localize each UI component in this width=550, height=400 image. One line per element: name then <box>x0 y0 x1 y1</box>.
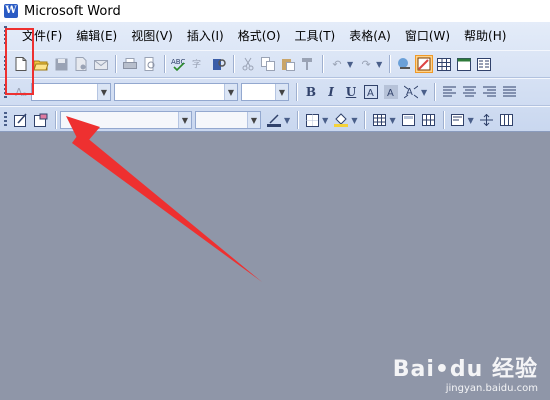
draw-table-icon[interactable] <box>12 111 30 129</box>
font-size-dropdown-icon[interactable]: ▼ <box>275 84 288 100</box>
svg-text:A: A <box>367 88 374 99</box>
menu-view[interactable]: 视图(V) <box>126 27 178 44</box>
tables-toolbar-grip[interactable] <box>4 112 7 128</box>
toolbar-separator <box>322 55 323 73</box>
eraser-icon[interactable] <box>32 111 50 129</box>
char-scaling-dropdown-icon[interactable]: ▼ <box>421 88 427 97</box>
command-bars: 文件(F) 编辑(E) 视图(V) 插入(I) 格式(O) 工具(T) 表格(A… <box>0 22 550 134</box>
svg-text:字: 字 <box>192 58 201 70</box>
spelling-icon[interactable]: ABC <box>170 55 188 73</box>
menubar-grip[interactable] <box>4 26 7 44</box>
copy-icon[interactable] <box>259 55 277 73</box>
distribute-columns-icon[interactable] <box>498 111 516 129</box>
char-scaling-icon[interactable]: A <box>402 83 420 101</box>
merge-cells-icon[interactable] <box>400 111 418 129</box>
menu-help[interactable]: 帮助(H) <box>459 27 511 44</box>
align-cell-dropdown-icon[interactable]: ▼ <box>468 116 474 125</box>
toolbar-separator <box>233 55 234 73</box>
formatting-toolbar-grip[interactable] <box>4 84 7 100</box>
research-icon[interactable]: 字 <box>190 55 208 73</box>
paste-icon[interactable] <box>279 55 297 73</box>
align-center-icon[interactable] <box>460 83 478 101</box>
open-folder-icon[interactable] <box>32 55 50 73</box>
italic-button[interactable]: I <box>322 83 340 101</box>
styles-pane-icon[interactable]: Aₐ <box>12 83 30 101</box>
hyperlink-icon[interactable] <box>395 55 413 73</box>
justify-icon[interactable] <box>500 83 518 101</box>
menu-table[interactable]: 表格(A) <box>344 27 396 44</box>
line-weight-dropdown-icon[interactable]: ▼ <box>247 112 260 128</box>
toolbar-separator <box>115 55 116 73</box>
toolbar-separator <box>164 55 165 73</box>
shading-color-icon[interactable] <box>332 111 350 129</box>
align-left-icon[interactable] <box>440 83 458 101</box>
toolbar-separator <box>442 111 444 129</box>
insert-table-small-icon[interactable] <box>370 111 388 129</box>
print-preview-icon[interactable] <box>141 55 159 73</box>
standard-toolbar-grip[interactable] <box>4 56 7 72</box>
toolbar-separator <box>55 111 56 129</box>
align-cell-icon[interactable] <box>449 111 467 129</box>
line-weight-combobox[interactable]: ▼ <box>195 111 261 129</box>
toolbar-separator <box>364 111 366 129</box>
tables-toolbar: ▼ ▼ ▼ ▼ ▼ ▼ ▼ <box>0 106 550 134</box>
email-icon[interactable] <box>92 55 110 73</box>
distribute-rows-icon[interactable] <box>478 111 496 129</box>
format-painter-icon[interactable] <box>299 55 317 73</box>
char-border-icon[interactable]: A <box>362 83 380 101</box>
menu-insert[interactable]: 插入(I) <box>182 27 229 44</box>
columns-icon[interactable] <box>475 55 493 73</box>
align-right-icon[interactable] <box>480 83 498 101</box>
cut-icon[interactable] <box>239 55 257 73</box>
insert-table-icon[interactable] <box>435 55 453 73</box>
line-style-dropdown-icon[interactable]: ▼ <box>178 112 191 128</box>
undo-icon[interactable]: ↶ <box>328 55 346 73</box>
outside-border-dropdown-icon[interactable]: ▼ <box>322 116 328 125</box>
insert-excel-icon[interactable] <box>455 55 473 73</box>
toolbar-separator <box>434 83 436 101</box>
menu-format[interactable]: 格式(O) <box>233 27 286 44</box>
toolbar-separator <box>296 83 297 101</box>
toolbar-separator <box>297 111 299 129</box>
menu-tools[interactable]: 工具(T) <box>290 27 341 44</box>
menu-window[interactable]: 窗口(W) <box>400 27 455 44</box>
menu-file[interactable]: 文件(F) <box>17 27 67 44</box>
svg-text:A: A <box>387 88 394 99</box>
border-color-icon[interactable] <box>265 111 283 129</box>
new-document-icon[interactable] <box>12 55 30 73</box>
baidu-jingyan-logo: Bai•du 经验 <box>392 357 538 382</box>
font-dropdown-icon[interactable]: ▼ <box>224 84 237 100</box>
research-book-icon[interactable] <box>210 55 228 73</box>
undo-dropdown-icon[interactable]: ▼ <box>347 60 353 69</box>
border-color-dropdown-icon[interactable]: ▼ <box>284 116 290 125</box>
permission-icon[interactable] <box>72 55 90 73</box>
char-shading-icon[interactable]: A <box>382 83 400 101</box>
split-cells-icon[interactable] <box>420 111 438 129</box>
insert-table-dropdown-icon[interactable]: ▼ <box>389 116 395 125</box>
font-combobox[interactable]: ▼ <box>114 83 238 101</box>
save-icon[interactable] <box>52 55 70 73</box>
watermark: Bai•du 经验 jingyan.baidu.com <box>393 351 538 394</box>
print-icon[interactable] <box>121 55 139 73</box>
menu-bar: 文件(F) 编辑(E) 视图(V) 插入(I) 格式(O) 工具(T) 表格(A… <box>0 22 550 48</box>
font-size-combobox[interactable]: ▼ <box>241 83 289 101</box>
line-style-combobox[interactable]: ▼ <box>60 111 192 129</box>
redo-icon[interactable]: ↷ <box>357 55 375 73</box>
style-combobox[interactable]: ▼ <box>31 83 111 101</box>
tables-borders-icon[interactable] <box>415 55 434 73</box>
standard-toolbar: ABC 字 ↶ ▼ ↷ ▼ <box>0 50 550 78</box>
style-dropdown-icon[interactable]: ▼ <box>97 84 110 100</box>
title-bar: W Microsoft Word <box>0 0 550 22</box>
word-app-icon: W <box>4 4 18 18</box>
watermark-url: jingyan.baidu.com <box>445 383 538 394</box>
outside-border-icon[interactable] <box>303 111 321 129</box>
redo-dropdown-icon[interactable]: ▼ <box>376 60 382 69</box>
bold-button[interactable]: B <box>302 83 320 101</box>
shading-color-dropdown-icon[interactable]: ▼ <box>351 116 357 125</box>
toolbar-separator <box>389 55 391 73</box>
formatting-toolbar: Aₐ ▼ ▼ ▼ B I U A A A ▼ <box>0 78 550 106</box>
underline-button[interactable]: U <box>342 83 360 101</box>
menu-edit[interactable]: 编辑(E) <box>71 27 122 44</box>
window-title: Microsoft Word <box>24 3 121 19</box>
